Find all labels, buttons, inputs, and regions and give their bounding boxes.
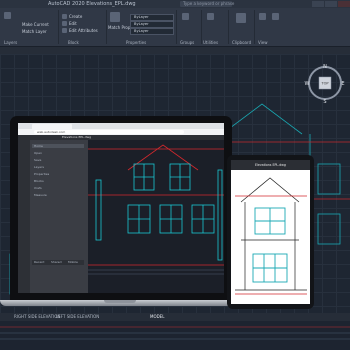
create-block-icon xyxy=(62,14,67,19)
bottom-drawing-lines xyxy=(0,326,350,340)
layers-panel-label[interactable]: Layers xyxy=(4,40,17,45)
ribbon-separator xyxy=(254,10,255,44)
sidebar-item-home[interactable]: Home xyxy=(32,144,84,148)
ribbon-separator xyxy=(201,10,202,44)
edit-button[interactable]: Edit xyxy=(69,21,77,26)
bottom-drawing-strip xyxy=(0,321,350,350)
view-icon[interactable] xyxy=(259,13,266,20)
close-button[interactable] xyxy=(338,1,350,7)
minimize-button[interactable] xyxy=(312,1,324,7)
edit-block-icon xyxy=(62,21,67,26)
utilities-panel-label[interactable]: Utilities xyxy=(203,40,218,45)
ribbon: Make Current Match Layer Create Edit Edi… xyxy=(0,8,350,47)
tab-mobile[interactable]: Mobile xyxy=(68,260,78,265)
web-drawing-area[interactable] xyxy=(88,140,224,293)
ribbon-separator xyxy=(176,10,177,44)
match-properties-icon[interactable] xyxy=(110,12,120,22)
compass-north-label: N xyxy=(323,64,327,70)
ribbon-separator xyxy=(228,10,229,44)
match-layer-button[interactable]: Match Layer xyxy=(22,29,47,34)
linetype-dropdown[interactable]: ByLayer xyxy=(130,21,174,28)
tablet-device: Elevations EPL.dwg xyxy=(227,155,314,309)
color-dropdown[interactable]: ByLayer xyxy=(130,14,174,21)
laptop-device: web.autodesk.com Elevations EPL.dwg Home… xyxy=(10,116,232,301)
sidebar-item-layers[interactable]: Layers xyxy=(32,165,84,169)
title-bar: AutoCAD 2020 Elevations_EPL.dwg Type a k… xyxy=(0,0,350,8)
sidebar-item-measure[interactable]: Measure xyxy=(32,193,84,197)
tab-left-side-elevation[interactable]: LEFT SIDE ELEVATION xyxy=(56,313,99,321)
viewcube-top-face: TOP xyxy=(320,82,328,86)
tab-recent[interactable]: Recent xyxy=(34,260,44,265)
compass-west-label: W xyxy=(305,81,310,87)
compass-south-label: S xyxy=(323,99,326,104)
block-panel-label[interactable]: Block xyxy=(68,40,79,45)
search-input[interactable]: Type a keyword or phrase xyxy=(180,1,235,7)
laptop-notch xyxy=(104,300,136,303)
tab-right-side-elevation[interactable]: RIGHT SIDE ELEVATION xyxy=(14,313,60,321)
tab-shared[interactable]: Shared xyxy=(51,260,62,265)
ribbon-separator xyxy=(58,10,59,44)
groups-panel-label[interactable]: Groups xyxy=(180,40,194,45)
sidebar-item-save[interactable]: Save xyxy=(32,158,84,162)
sidebar-item-blocks[interactable]: Blocks xyxy=(32,179,84,183)
make-current-button[interactable]: Make Current xyxy=(22,22,49,27)
ribbon-separator xyxy=(106,10,107,44)
search-placeholder: Type a keyword or phrase xyxy=(183,1,235,6)
edit-attributes-icon xyxy=(62,28,67,33)
sidebar-item-open[interactable]: Open xyxy=(32,151,84,155)
lineweight-dropdown[interactable]: ByLayer xyxy=(130,28,174,35)
sidebar-item-properties[interactable]: Properties xyxy=(32,172,84,176)
edit-attributes-button[interactable]: Edit Attributes xyxy=(69,28,98,33)
url-bar[interactable]: web.autodesk.com xyxy=(34,130,184,134)
properties-panel-label[interactable]: Properties xyxy=(126,40,146,45)
create-button[interactable]: Create xyxy=(69,14,82,19)
sidebar-tab-strip: Recent Shared Mobile xyxy=(32,260,84,265)
laptop-screen: web.autodesk.com Elevations EPL.dwg Home… xyxy=(18,123,224,293)
sidebar-item-xrefs[interactable]: Xrefs xyxy=(32,186,84,190)
paste-icon[interactable] xyxy=(236,13,246,23)
layout-tab-bar: RIGHT SIDE ELEVATION LEFT SIDE ELEVATION… xyxy=(0,313,350,321)
tablet-app-header: Elevations EPL.dwg xyxy=(231,160,310,170)
group-icon[interactable] xyxy=(182,13,189,20)
maximize-button[interactable] xyxy=(325,1,337,7)
file-tab-row xyxy=(0,47,350,54)
window-title: AutoCAD 2020 Elevations_EPL.dwg xyxy=(48,1,136,7)
base-view-icon[interactable] xyxy=(272,13,279,20)
url-text: web.autodesk.com xyxy=(37,130,66,134)
view-panel-label[interactable]: View xyxy=(258,40,268,45)
clipboard-panel-label[interactable]: Clipboard xyxy=(232,40,251,45)
tab-model[interactable]: MODEL xyxy=(150,313,164,321)
sidebar-rail xyxy=(18,140,30,293)
viewcube-compass[interactable]: N E S W TOP xyxy=(304,62,346,104)
compass-east-label: E xyxy=(341,81,344,87)
tablet-drawing-area[interactable] xyxy=(231,170,310,304)
layer-icon[interactable] xyxy=(4,12,11,19)
tablet-screen: Elevations EPL.dwg xyxy=(231,160,310,304)
tablet-file-title: Elevations EPL.dwg xyxy=(255,163,286,167)
web-app-sidebar: Home Open Save Layers Properties Blocks … xyxy=(18,140,88,293)
measure-icon[interactable] xyxy=(207,13,214,20)
